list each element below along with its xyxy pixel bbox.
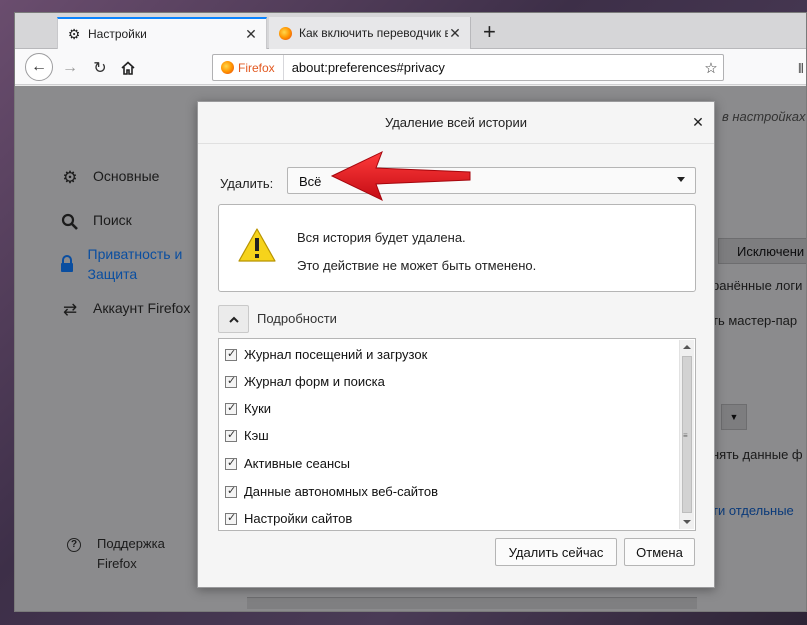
saved-logins-button-fragment[interactable]: ранённые логи	[712, 278, 802, 293]
firefox-icon	[221, 61, 234, 74]
chevron-up-icon	[228, 316, 239, 323]
clear-data-fragment: нять данные ф	[712, 447, 803, 462]
home-icon	[121, 61, 135, 75]
grip-icon: ≡	[683, 431, 688, 440]
tab-label: Как включить переводчик в М	[299, 26, 448, 40]
scroll-up-icon[interactable]	[683, 345, 691, 349]
tab-article[interactable]: Как включить переводчик в М ✕	[269, 17, 471, 49]
scroll-down-icon[interactable]	[683, 520, 691, 524]
navigation-bar: ← → ↻ Firefox about:preferences#privacy …	[15, 49, 806, 85]
checkbox[interactable]	[225, 374, 237, 388]
sidebar-item-label: Основные	[93, 168, 160, 184]
item-label: Кэш	[244, 428, 269, 443]
tab-label: Настройки	[88, 27, 147, 41]
sidebar-item-label: Поиск	[93, 212, 132, 228]
dialog-title: Удаление всей истории	[198, 102, 714, 144]
checkbox[interactable]	[225, 456, 237, 470]
item-label: Настройки сайтов	[244, 511, 353, 526]
bookmark-star-icon[interactable]: ☆	[699, 59, 723, 77]
sidebar-item-label: Аккаунт Firefox	[93, 300, 191, 316]
exceptions-button[interactable]: Исключени	[718, 238, 806, 264]
warning-icon	[238, 228, 276, 262]
list-item[interactable]: Настройки сайтов	[225, 511, 352, 526]
close-icon[interactable]: ✕	[448, 25, 462, 42]
item-label: Журнал форм и поиска	[244, 374, 385, 389]
support-link[interactable]: ? Поддержка Firefox	[67, 534, 187, 574]
details-label: Подробности	[257, 311, 337, 326]
tab-strip: ⚙ Настройки ✕ Как включить переводчик в …	[15, 13, 806, 49]
master-password-fragment: ть мастер-пар	[712, 313, 798, 328]
annotation-arrow-icon	[330, 151, 471, 201]
item-label: Данные автономных веб-сайтов	[244, 484, 439, 499]
time-range-value: Всё	[299, 174, 322, 189]
checkbox[interactable]	[225, 511, 237, 525]
sidebar-item-sync[interactable]: ⇄ Аккаунт Firefox	[59, 300, 190, 320]
list-item[interactable]: Куки	[225, 401, 271, 416]
library-icon[interactable]: ⦀	[798, 61, 804, 77]
cancel-button[interactable]: Отмена	[624, 538, 695, 566]
url-bar[interactable]: Firefox about:preferences#privacy ☆	[212, 54, 724, 81]
site-identity[interactable]: Firefox	[213, 55, 284, 80]
list-item[interactable]: Данные автономных веб-сайтов	[225, 484, 438, 499]
warning-subtext: Это действие не может быть отменено.	[297, 258, 537, 273]
home-button[interactable]	[115, 55, 141, 81]
list-item[interactable]: Активные сеансы	[225, 456, 350, 471]
checkbox[interactable]	[225, 401, 237, 415]
history-mode-dropdown[interactable]: ▼	[721, 404, 747, 430]
close-icon[interactable]: ✕	[244, 26, 258, 43]
item-label: Куки	[244, 401, 272, 416]
history-items-list: Журнал посещений и загрузок Журнал форм …	[218, 338, 696, 531]
back-button[interactable]: ←	[25, 53, 53, 81]
new-tab-button[interactable]: +	[483, 21, 496, 43]
search-icon	[59, 212, 81, 232]
identity-label: Firefox	[238, 60, 275, 75]
sync-icon: ⇄	[62, 300, 78, 319]
firefox-icon	[277, 25, 293, 41]
checkbox[interactable]	[225, 347, 237, 361]
arrow-left-icon: ←	[31, 58, 47, 75]
item-label: Журнал посещений и загрузок	[244, 347, 428, 362]
delete-individual-link[interactable]: ти отдельные	[712, 503, 794, 518]
reload-icon: ↻	[93, 60, 107, 77]
sidebar-item-label: Приватность и Защита	[87, 246, 183, 282]
clear-now-button[interactable]: Удалить сейчас	[495, 538, 617, 566]
url-text[interactable]: about:preferences#privacy	[284, 60, 699, 75]
sidebar-item-privacy[interactable]: Приватность и Защита	[59, 244, 199, 284]
item-label: Активные сеансы	[244, 456, 350, 471]
checkbox[interactable]	[225, 484, 237, 498]
list-item[interactable]: Журнал посещений и загрузок	[225, 347, 427, 362]
sidebar-item-general[interactable]: ⚙ Основные	[59, 168, 159, 188]
horizontal-scrollbar[interactable]	[247, 597, 697, 609]
close-icon[interactable]: ✕	[690, 114, 706, 130]
forward-button[interactable]: →	[57, 55, 83, 81]
chevron-down-icon	[677, 177, 685, 182]
details-toggle-button[interactable]	[218, 305, 249, 333]
warning-text: Вся история будет удалена.	[297, 230, 466, 245]
reload-button[interactable]: ↻	[87, 55, 113, 81]
gear-icon: ⚙	[67, 25, 81, 42]
checkbox[interactable]	[225, 428, 237, 442]
sidebar-item-search[interactable]: Поиск	[59, 212, 132, 232]
tab-settings[interactable]: ⚙ Настройки ✕	[57, 17, 267, 49]
help-icon: ?	[67, 538, 81, 552]
support-label: Поддержка Firefox	[97, 536, 165, 571]
arrow-right-icon: →	[62, 59, 78, 76]
lock-icon	[59, 254, 76, 274]
gear-icon: ⚙	[62, 168, 78, 187]
list-item[interactable]: Кэш	[225, 428, 269, 443]
warning-box: Вся история будет удалена. Это действие …	[218, 204, 696, 292]
time-range-label: Удалить:	[220, 176, 274, 191]
vertical-scrollbar[interactable]: ≡	[679, 340, 694, 529]
list-item[interactable]: Журнал форм и поиска	[225, 374, 385, 389]
search-hint: в настройках	[722, 109, 806, 124]
